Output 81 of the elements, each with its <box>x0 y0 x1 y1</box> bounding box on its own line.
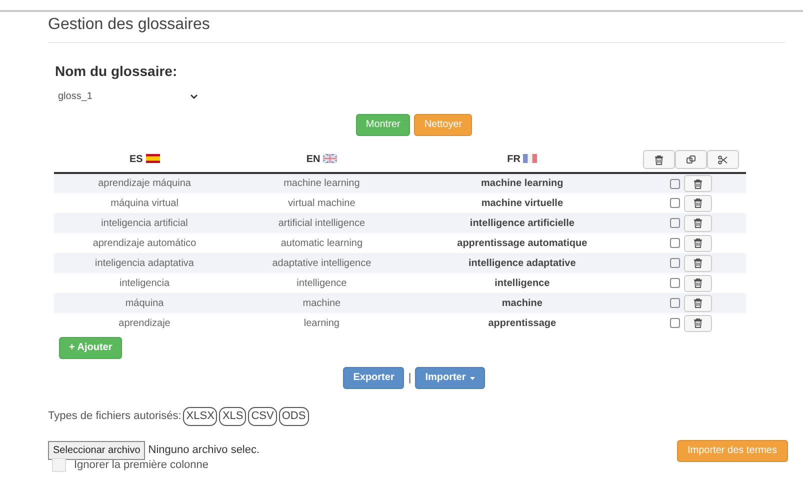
table-cell: apprentissage <box>408 313 636 333</box>
table-cell: inteligencia adaptativa <box>54 253 236 273</box>
row-checkbox[interactable] <box>670 298 680 308</box>
separator-text: | <box>408 370 412 386</box>
clear-button[interactable]: Nettoyer <box>414 114 472 136</box>
file-types-label: Types de fichiers autorisés: <box>48 409 182 424</box>
trash-icon <box>693 318 703 328</box>
row-checkbox[interactable] <box>670 218 680 228</box>
trash-icon <box>693 218 703 228</box>
export-button[interactable]: Exporter <box>343 367 404 389</box>
table-cell: aprendizaje automático <box>54 233 236 253</box>
delete-button[interactable] <box>684 314 712 332</box>
table-cell: learning <box>235 313 408 333</box>
row-checkbox[interactable] <box>670 258 680 268</box>
delete-button[interactable] <box>684 274 712 292</box>
row-checkbox[interactable] <box>670 278 680 288</box>
table-cell: aprendizaje máquina <box>54 173 236 193</box>
checkbox[interactable] <box>52 458 66 472</box>
row-checkbox[interactable] <box>670 318 680 328</box>
add-button[interactable]: + Ajouter <box>59 337 122 359</box>
flag-icon <box>523 154 538 163</box>
column-header: EN <box>306 154 320 165</box>
flag-icon <box>146 154 160 163</box>
trash-icon <box>693 178 703 188</box>
delete-button[interactable] <box>684 294 712 312</box>
caret-icon <box>470 376 475 380</box>
trash-icon <box>693 238 703 248</box>
flag-icon <box>323 154 338 163</box>
table-cell: machine <box>235 293 408 313</box>
row-checkbox[interactable] <box>670 198 680 208</box>
delete-button[interactable] <box>684 175 712 192</box>
file-type-tag: XLSX <box>183 407 218 426</box>
table-cell: máquina <box>54 293 236 313</box>
table-cell: inteligencia artificial <box>54 213 236 233</box>
import-terms-button[interactable]: Importer des termes <box>676 440 788 462</box>
row-checkbox[interactable] <box>670 178 680 188</box>
file-status: Ninguno archivo selec. <box>148 443 260 458</box>
delete-button[interactable] <box>684 254 712 272</box>
table-cell: machine virtuelle <box>408 193 636 213</box>
table-cell: machine learning <box>408 173 636 193</box>
table-cell: artificial intelligence <box>235 213 408 233</box>
page-title: Gestion des glossaires <box>48 12 785 43</box>
trash-icon <box>693 278 703 288</box>
checkbox-label: Ignorer la première colonne <box>74 458 209 472</box>
file-type-tag: ODS <box>278 407 309 426</box>
glossary-select[interactable]: gloss_1 <box>54 89 204 104</box>
table-cell: virtual machine <box>235 193 408 213</box>
file-choose-button[interactable]: Seleccionar archivo <box>48 441 146 460</box>
file-type-tag: CSV <box>248 407 277 426</box>
table-cell: apprentissage automatique <box>408 233 636 253</box>
delete-button[interactable] <box>684 234 712 252</box>
cut-button[interactable] <box>707 150 739 169</box>
trash-icon <box>654 154 664 164</box>
table-cell: máquina virtual <box>54 193 236 213</box>
import-button[interactable]: Importer <box>415 367 485 389</box>
trash-icon <box>693 198 703 208</box>
table-cell: inteligencia <box>54 273 236 293</box>
column-header: FR <box>507 154 520 165</box>
table-cell: automatic learning <box>235 233 408 253</box>
table-cell: adaptative intelligence <box>235 253 408 273</box>
delete-button[interactable] <box>684 214 712 232</box>
table-cell: machine learning <box>235 173 408 193</box>
table-cell: intelligence <box>235 273 408 293</box>
trash-icon <box>693 298 703 308</box>
table-cell: intelligence <box>408 273 636 293</box>
show-button[interactable]: Montrer <box>356 114 410 136</box>
scissors-icon <box>718 154 728 164</box>
delete-button[interactable] <box>684 194 712 212</box>
table-cell: machine <box>408 293 636 313</box>
field-label: Nom du glossaire: <box>55 62 178 81</box>
table-cell: intelligence artificielle <box>408 213 636 233</box>
trash-icon <box>693 258 703 268</box>
row-checkbox[interactable] <box>670 238 680 248</box>
copy-icon <box>686 154 696 164</box>
file-type-tag: XLS <box>219 407 246 426</box>
chevron-icon <box>190 94 198 100</box>
table-cell: intelligence adaptative <box>408 253 636 273</box>
column-header: ES <box>129 154 143 165</box>
copy-button[interactable] <box>675 150 707 169</box>
table-cell: aprendizaje <box>54 313 236 333</box>
delete-all-button[interactable] <box>643 150 675 169</box>
